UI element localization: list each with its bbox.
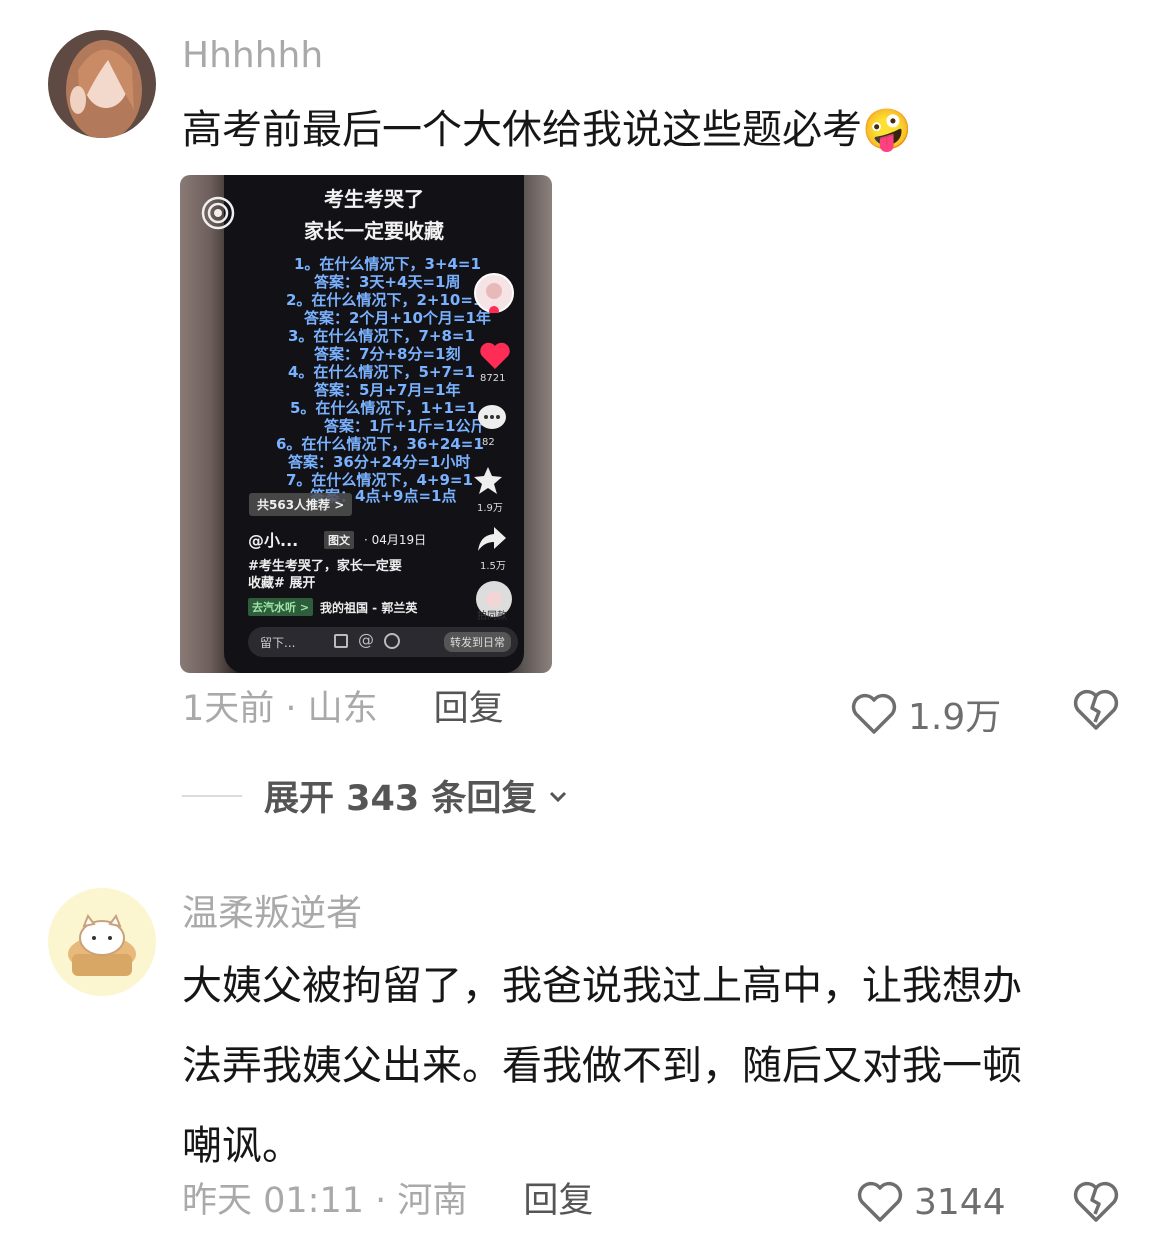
expand-label: 展开 343 条回复 [264,779,537,819]
heart-outline-icon [851,693,897,734]
heart-icon[interactable] [479,341,511,375]
reply-button[interactable]: 回复 [523,1184,593,1219]
post-line: 答案：3天+4天=1周 [314,273,461,291]
post-line: 答案：36分+24分=1小时 [288,453,471,471]
username[interactable]: 温柔叛逆者 [182,896,362,932]
comment-text-line: 法弄我姨父出来。看我做不到，随后又对我一顿 [182,1043,1022,1089]
divider [182,794,242,797]
comment-text: 大姨父被拘留了，我爸说我过上高中，让我想办 法弄我姨父出来。看我做不到，随后又对… [182,946,1142,1186]
post-line: 4。在什么情况下，5+7=1 [288,363,475,381]
comment-text: 高考前最后一个大休给我说这些题必考🤪 [182,90,1142,170]
expand-replies-button[interactable]: 展开 343 条回复 [182,770,570,821]
like-button[interactable]: 1.9万 [850,688,1001,740]
post-line: 答案：7分+8分=1刻 [314,345,461,363]
post-line: 2。在什么情况下，2+10=1 [286,291,484,309]
broken-heart-icon [1073,689,1119,730]
post-line: 答案：2个月+10个月=1年 [304,309,491,327]
input-placeholder: 留下... [260,636,296,650]
post-line: 1。在什么情况下，3+4=1 [294,255,481,273]
dislike-button[interactable] [1072,688,1120,736]
post-type-badge: 图文 [324,531,354,549]
comment-text-line: 大姨父被拘留了，我爸说我过上高中，让我想办 [182,963,1022,1009]
chevron-down-icon [550,791,567,802]
post-author[interactable]: @小... [248,527,298,551]
comment-meta: 1天前 · 山东 回复 [182,692,504,727]
comment-count: 82 [482,437,495,448]
heart-outline-icon [857,1181,903,1222]
like-count: 8721 [480,373,506,384]
post-date: · 04月19日 [364,533,427,547]
emoji: 🤪 [862,107,912,153]
music-tag[interactable]: 去汽水听 > [248,598,314,616]
at-icon[interactable]: @ [358,630,374,649]
avatar[interactable] [48,30,156,138]
time-location: 1天前 · 山东 [182,689,378,729]
post-line: 答案：1斤+1斤=1公斤 [324,417,486,435]
like-count: 1.9万 [908,697,1002,738]
author-avatar[interactable] [474,273,514,317]
side-label: 拍同款 [477,611,507,622]
forward-button[interactable]: 转发到日常 [444,632,511,652]
post-line: 6。在什么情况下，36+24=1 [276,435,484,453]
recommend-badge[interactable]: 共563人推荐 > [249,493,353,516]
comment-icon[interactable] [476,403,508,437]
avatar[interactable] [48,888,156,996]
phone-screen: 考生考哭了 家长一定要收藏 1。在什么情况下，3+4=1 答案：3天+4天=1周… [201,175,524,673]
emoji-icon[interactable] [384,633,400,649]
post-line: 7。在什么情况下，4+9=1 [286,471,473,489]
post-title-2: 家长一定要收藏 [304,219,444,243]
like-count: 3144 [914,1181,1006,1223]
reply-button[interactable]: 回复 [434,692,504,727]
broken-heart-icon [1073,1181,1119,1222]
music-name: 我的祖国 - 郭兰英 [320,601,418,615]
time-location: 昨天 01:11 · 河南 [182,1181,468,1221]
comment-text-body: 高考前最后一个大休给我说这些题必考 [182,107,862,153]
comment-meta: 昨天 01:11 · 河南 回复 [182,1184,593,1219]
post-caption-2: 收藏# 展开 [248,576,316,591]
username[interactable]: Hhhhhh [182,38,323,74]
dislike-button[interactable] [1072,1180,1120,1228]
attached-image[interactable]: 考生考哭了 家长一定要收藏 1。在什么情况下，3+4=1 答案：3天+4天=1周… [180,175,552,673]
post-input-bar[interactable]: 留下... @ 转发到日常 [248,627,518,657]
share-icon[interactable] [476,525,508,557]
star-icon[interactable] [472,465,504,499]
fav-count: 1.9万 [477,503,503,514]
post-title-1: 考生考哭了 [324,187,424,211]
post-line: 5。在什么情况下，1+1=1 [290,399,477,417]
post-line: 答案：5月+7月=1年 [314,381,461,399]
like-button[interactable]: 3144 [856,1180,1006,1224]
comment-text-line: 嘲讽。 [182,1123,302,1169]
share-count: 1.5万 [480,561,506,572]
post-line: 3。在什么情况下，7+8=1 [288,327,475,345]
image-icon[interactable] [334,634,348,648]
